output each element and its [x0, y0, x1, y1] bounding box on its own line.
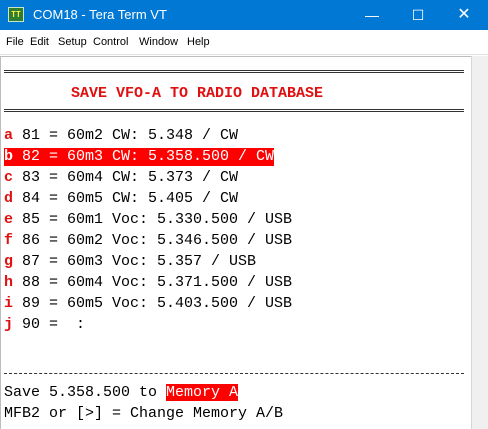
memory-list-item[interactable]: a 81 = 60m2 CW: 5.348 / CW [4, 127, 238, 145]
memory-key-letter: f [4, 232, 14, 249]
memory-key-letter: h [4, 274, 14, 291]
save-prefix-text: Save 5.358.500 to [4, 384, 167, 401]
memory-list-item[interactable]: c 83 = 60m4 CW: 5.373 / CW [4, 169, 238, 187]
memory-entry-text: 85 = 60m1 Voc: 5.330.500 / USB [13, 211, 293, 228]
terminal-screen[interactable]: SAVE VFO-A TO RADIO DATABASE a 81 = 60m2… [0, 56, 471, 429]
memory-list-item[interactable]: h 88 = 60m4 Voc: 5.371.500 / USB [4, 274, 292, 292]
menu-control[interactable]: Control [93, 35, 128, 49]
memory-key-letter: j [4, 316, 14, 333]
memory-entry-text: 81 = 60m2 CW: 5.348 / CW [13, 127, 239, 144]
vertical-scrollbar[interactable] [471, 56, 488, 429]
title-bar[interactable]: TT COM18 - Tera Term VT — ☐ ✕ [0, 0, 488, 30]
menu-edit[interactable]: Edit [30, 35, 49, 49]
close-button[interactable]: ✕ [441, 0, 487, 30]
window-title: COM18 - Tera Term VT [33, 7, 167, 22]
menu-bar: File Edit Setup Control Window Help [0, 30, 488, 55]
memory-entry-text: 88 = 60m4 Voc: 5.371.500 / USB [13, 274, 293, 291]
top-double-rule [4, 70, 464, 73]
save-status-line: Save 5.358.500 to Memory A [4, 384, 239, 402]
menu-help[interactable]: Help [187, 35, 210, 49]
menu-heading: SAVE VFO-A TO RADIO DATABASE [71, 85, 324, 102]
memory-list-item[interactable]: g 87 = 60m3 Voc: 5.357 / USB [4, 253, 256, 271]
memory-entry-text: 87 = 60m3 Voc: 5.357 / USB [13, 253, 257, 270]
memory-entry-text: 82 = 60m3 CW: 5.358.500 / CW [13, 148, 275, 165]
memory-list-item[interactable]: d 84 = 60m5 CW: 5.405 / CW [4, 190, 238, 208]
memory-list-item[interactable]: b 82 = 60m3 CW: 5.358.500 / CW [4, 148, 275, 166]
memory-entry-text: 86 = 60m2 Voc: 5.346.500 / USB [13, 232, 293, 249]
memory-entry-text: 89 = 60m5 Voc: 5.403.500 / USB [13, 295, 293, 312]
memory-key-letter: g [4, 253, 14, 270]
minimize-button[interactable]: — [349, 0, 395, 30]
memory-entry-text: 83 = 60m4 CW: 5.373 / CW [13, 169, 239, 186]
memory-key-letter: i [4, 295, 14, 312]
memory-key-letter: c [4, 169, 14, 186]
memory-list-item[interactable]: i 89 = 60m5 Voc: 5.403.500 / USB [4, 295, 292, 313]
memory-target-badge: Memory A [166, 384, 239, 401]
memory-key-letter: e [4, 211, 14, 228]
memory-key-letter: a [4, 127, 14, 144]
maximize-button[interactable]: ☐ [395, 0, 441, 30]
memory-key-letter: d [4, 190, 14, 207]
menu-window[interactable]: Window [139, 35, 178, 49]
change-memory-hint: MFB2 or [>] = Change Memory A/B [4, 405, 284, 422]
menu-setup[interactable]: Setup [58, 35, 87, 49]
teraterm-app-icon[interactable]: TT [8, 7, 24, 22]
memory-list-item[interactable]: f 86 = 60m2 Voc: 5.346.500 / USB [4, 232, 292, 250]
memory-entry-text: 84 = 60m5 CW: 5.405 / CW [13, 190, 239, 207]
memory-key-letter: b [4, 148, 14, 165]
memory-list-item[interactable]: e 85 = 60m1 Voc: 5.330.500 / USB [4, 211, 292, 229]
memory-entry-text: 90 = : [13, 316, 86, 333]
separator-dashes [4, 373, 464, 374]
menu-file[interactable]: File [6, 35, 24, 49]
memory-list-item[interactable]: j 90 = : [4, 316, 85, 334]
heading-double-rule [4, 109, 464, 112]
